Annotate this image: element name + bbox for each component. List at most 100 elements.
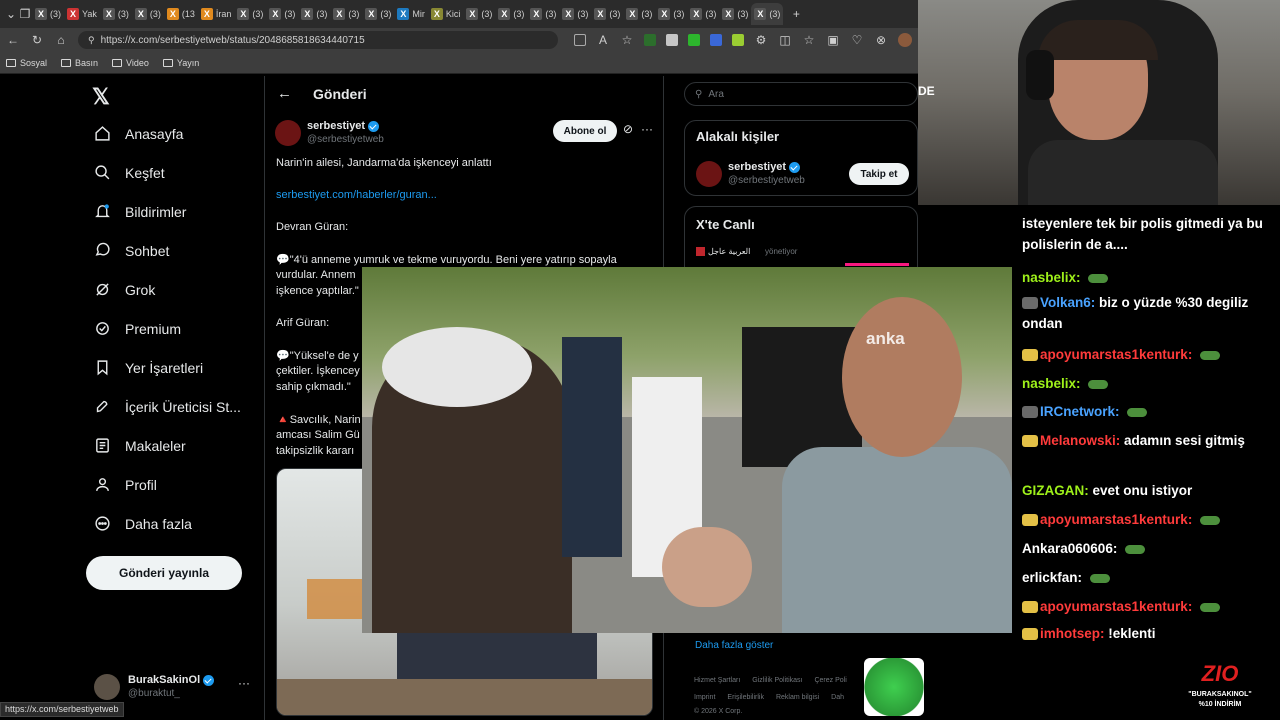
split-screen-icon[interactable]: ◫ [778, 33, 792, 47]
footer-link[interactable]: Imprint [694, 694, 715, 701]
reload-icon[interactable]: ↻ [30, 33, 44, 47]
nav-explore[interactable]: Keşfet [94, 164, 165, 181]
profile-avatar[interactable] [898, 33, 912, 47]
nav-profile[interactable]: Profil [94, 476, 157, 493]
live-host[interactable]: العربية عاجل [696, 247, 750, 257]
tab-action-icon[interactable] [574, 34, 586, 46]
author-handle[interactable]: @serbestiyetweb [307, 134, 384, 145]
bookmark-folder[interactable]: Sosyal [6, 58, 47, 68]
chat-username[interactable]: apoyumarstas1kenturk: [1040, 512, 1192, 527]
menu-icon[interactable]: ⊗ [874, 33, 888, 47]
more-icon[interactable]: ··· [641, 122, 653, 136]
account-switcher[interactable]: BurakSakinOl @buraktut_ ··· [94, 674, 254, 702]
browser-tab[interactable]: X (3) [495, 3, 527, 25]
video-overlay[interactable]: anka [362, 267, 1012, 633]
extension-4-icon[interactable] [710, 34, 722, 46]
browser-tab[interactable]: X Yak [64, 3, 100, 25]
browser-tab[interactable]: X (3) [719, 3, 751, 25]
author-name[interactable]: serbestiyet [307, 120, 380, 132]
browser-tab[interactable]: X (3) [591, 3, 623, 25]
extension-3-icon[interactable] [688, 34, 700, 46]
browser-essentials-icon[interactable]: ♡ [850, 33, 864, 47]
browser-tab[interactable]: X (3) [463, 3, 495, 25]
subscribe-button[interactable]: Abone ol [553, 120, 617, 142]
browser-tab[interactable]: X (3) [266, 3, 298, 25]
nav-chat[interactable]: Sohbet [94, 242, 169, 259]
post-link[interactable]: serbestiyet.com/haberler/guran... [276, 189, 437, 201]
more-icon[interactable]: ··· [238, 676, 250, 690]
home-icon[interactable]: ⌂ [54, 33, 68, 47]
browser-tab[interactable]: X (13 [164, 3, 198, 25]
site-info-icon[interactable]: ⚲ [88, 35, 95, 46]
browser-tab[interactable]: X Mir [394, 3, 428, 25]
nav-bookmarks[interactable]: Yer İşaretleri [94, 359, 203, 376]
nav-articles[interactable]: Makaleler [94, 437, 186, 454]
nav-more[interactable]: Daha fazla [94, 515, 192, 532]
chat-username[interactable]: imhotsep: [1040, 626, 1105, 641]
nav-premium[interactable]: Premium [94, 320, 181, 337]
url-field[interactable]: ⚲ https://x.com/serbestiyetweb/status/20… [78, 31, 558, 49]
chat-username[interactable]: nasbelix: [1022, 376, 1081, 391]
chat-username[interactable]: erlickfan: [1022, 570, 1082, 585]
back-arrow-icon[interactable]: ← [277, 85, 292, 102]
footer-link[interactable]: Erişilebilirlik [727, 694, 764, 701]
browser-tab[interactable]: X (3) [527, 3, 559, 25]
chat-username[interactable]: Ankara060606: [1022, 541, 1117, 556]
new-tab-icon[interactable]: + [789, 7, 803, 21]
chat-username[interactable]: apoyumarstas1kenturk: [1040, 599, 1192, 614]
show-more-link[interactable]: Daha fazla göster [695, 640, 773, 651]
extension-5-icon[interactable] [732, 34, 744, 46]
avatar[interactable] [696, 161, 722, 187]
browser-tab[interactable]: X (3) [687, 3, 719, 25]
browser-tab[interactable]: X (3) [559, 3, 591, 25]
footer-link[interactable]: Dah [831, 694, 844, 701]
browser-tab[interactable]: X (3) [234, 3, 266, 25]
nav-home[interactable]: Anasayfa [94, 125, 183, 142]
read-aloud-icon[interactable]: A [596, 33, 610, 47]
footer-link[interactable]: Hizmet Şartları [694, 677, 740, 684]
browser-tab[interactable]: X (3) [751, 3, 784, 25]
browser-tab[interactable]: X (3) [298, 3, 330, 25]
footer-link[interactable]: Reklam bilgisi [776, 694, 819, 701]
bookmark-folder[interactable]: Basın [61, 58, 98, 68]
back-icon[interactable]: ← [6, 33, 20, 47]
extension-1-icon[interactable] [644, 34, 656, 46]
browser-tab[interactable]: X (3) [623, 3, 655, 25]
author-avatar[interactable] [275, 120, 301, 146]
favorite-star-icon[interactable]: ☆ [620, 33, 634, 47]
tab-list-icon[interactable]: ⌄ [4, 7, 18, 21]
browser-tab[interactable]: X (3) [32, 3, 64, 25]
search-input[interactable]: ⚲ Ara [684, 82, 918, 106]
browser-tab[interactable]: X (3) [132, 3, 164, 25]
chat-username[interactable]: nasbelix: [1022, 270, 1081, 285]
browser-tab[interactable]: X İran [198, 3, 235, 25]
browser-tab[interactable]: X (3) [330, 3, 362, 25]
x-logo-icon[interactable]: 𝕏 [92, 84, 110, 110]
favorites-icon[interactable]: ☆ [802, 33, 816, 47]
browser-tab[interactable]: X (3) [100, 3, 132, 25]
follow-button[interactable]: Takip et [849, 163, 909, 185]
extensions-icon[interactable]: ⚙ [754, 33, 768, 47]
chat-username[interactable]: IRCnetwork: [1040, 404, 1120, 419]
collections-icon[interactable]: ▣ [826, 33, 840, 47]
browser-tab[interactable]: X Kici [428, 3, 464, 25]
chat-username[interactable]: apoyumarstas1kenturk: [1040, 347, 1192, 362]
related-name[interactable]: serbestiyet [728, 161, 801, 173]
bookmark-folder[interactable]: Video [112, 58, 149, 68]
chat-username[interactable]: Volkan6: [1040, 295, 1095, 310]
grok-icon[interactable]: ⊘ [623, 122, 633, 136]
nav-creator-studio[interactable]: İçerik Üreticisi St... [94, 398, 241, 415]
chat-username[interactable]: Melanowski: [1040, 433, 1120, 448]
browser-tab[interactable]: X (3) [362, 3, 394, 25]
footer-link[interactable]: Çerez Poli [814, 677, 846, 684]
footer-link[interactable]: Gizlilik Politikası [752, 677, 802, 684]
browser-tab[interactable]: X (3) [655, 3, 687, 25]
bell-icon [95, 204, 110, 218]
chat-username[interactable]: GIZAGAN: [1022, 483, 1089, 498]
nav-notifications[interactable]: Bildirimler [94, 203, 186, 220]
nav-grok[interactable]: Grok [94, 281, 155, 298]
workspaces-icon[interactable]: ❐ [18, 7, 32, 21]
post-button[interactable]: Gönderi yayınla [86, 556, 242, 590]
bookmark-folder[interactable]: Yayın [162, 58, 199, 68]
extension-2-icon[interactable] [666, 34, 678, 46]
